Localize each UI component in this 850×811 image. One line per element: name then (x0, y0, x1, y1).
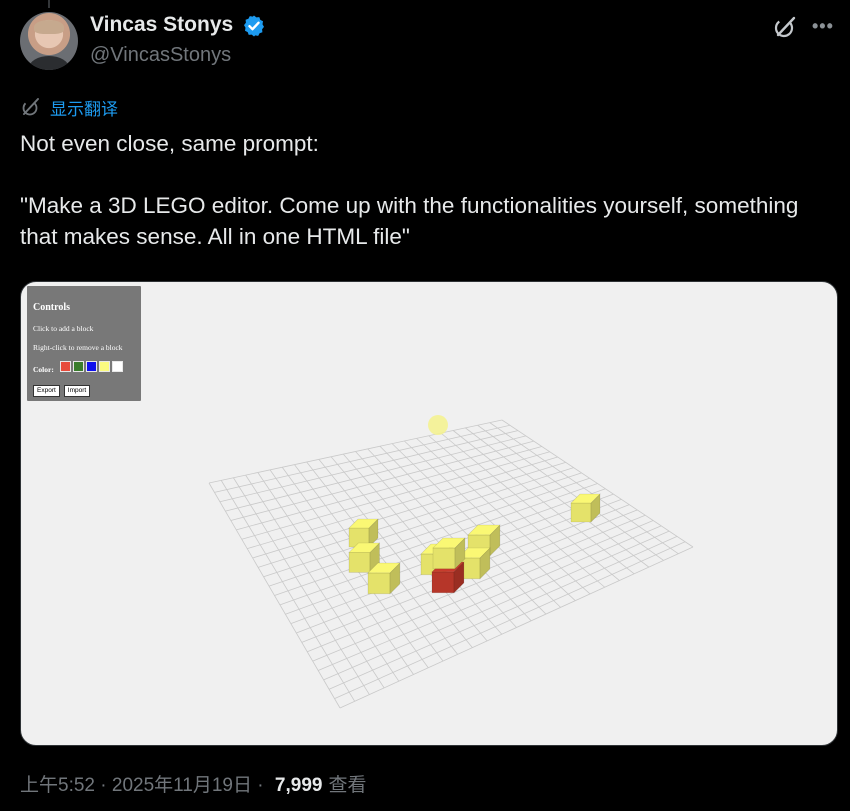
translate-icon (22, 98, 39, 116)
thread-connector-line (48, 0, 50, 8)
translate-button[interactable]: 显示翻译 (20, 95, 118, 120)
color-swatch-green[interactable] (73, 361, 84, 372)
tweet-footer: 上午5:52 · 2025年11月19日 · 7,999 查看 (20, 770, 366, 797)
grok-icon[interactable] (772, 14, 798, 40)
verified-badge-icon (244, 15, 264, 37)
tweet-media-image[interactable]: Controls Click to add a block Right-clic… (20, 281, 838, 746)
author-handle[interactable]: @VincasStonys (90, 44, 231, 67)
view-count-label: 查看 (328, 775, 367, 796)
translate-label[interactable]: 显示翻译 (50, 95, 118, 120)
grid-line (328, 536, 678, 690)
color-label: Color: (33, 365, 54, 374)
controls-title: Controls (33, 302, 71, 313)
color-swatch-white[interactable] (112, 361, 123, 372)
color-swatch-yellow[interactable] (99, 361, 110, 372)
import-button[interactable]: Import (63, 385, 91, 397)
controls-hint-remove: Right-click to remove a block (33, 343, 123, 352)
light-source-sphere (428, 415, 448, 435)
view-count: 7,999 (274, 775, 323, 796)
tweet-time[interactable]: 上午5:52 (20, 770, 95, 797)
more-icon[interactable]: ••• (812, 16, 838, 36)
color-swatch-red[interactable] (60, 361, 71, 372)
lego-editor-scene (208, 415, 694, 709)
tweet-date[interactable]: 2025年11月19日 (112, 770, 252, 797)
tweet-text: Not even close, same prompt: "Make a 3D … (20, 131, 799, 249)
separator: · (252, 775, 269, 796)
export-button[interactable]: Export (33, 385, 60, 397)
separator: · (94, 775, 112, 796)
controls-panel: Controls Click to add a block Right-clic… (27, 286, 141, 401)
avatar[interactable] (20, 12, 78, 70)
grid-line (391, 443, 561, 608)
color-swatches (60, 361, 123, 372)
controls-hint-add: Click to add a block (33, 324, 94, 333)
color-swatch-blue[interactable] (86, 361, 97, 372)
blocks-group (348, 493, 601, 595)
author-name[interactable]: Vincas Stonys (90, 13, 233, 37)
